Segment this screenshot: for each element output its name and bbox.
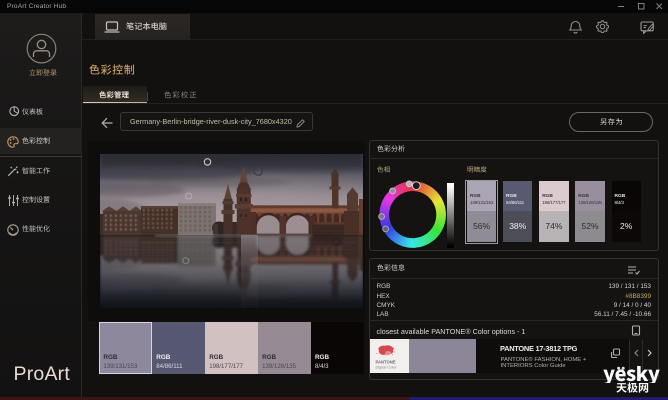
svg-text:Digital Color: Digital Color xyxy=(375,365,397,370)
